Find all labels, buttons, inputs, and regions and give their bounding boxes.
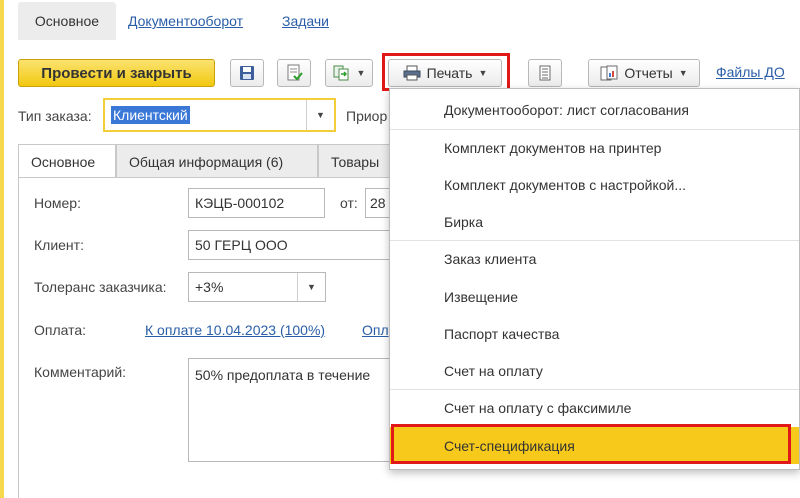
menu-item-tag[interactable]: Бирка <box>390 203 799 240</box>
tab-general-label: Основное <box>31 153 96 170</box>
menu-item-label: Комплект документов на принтер <box>444 139 662 156</box>
tab-document-flow[interactable]: Документооборот <box>128 2 243 40</box>
tolerance-select[interactable]: +3% ▼ <box>188 272 326 302</box>
number-field[interactable]: КЭЦБ-000102 <box>188 188 325 218</box>
chevron-down-icon[interactable]: ▼ <box>297 273 325 301</box>
top-navigation: Основное Документооборот Задачи <box>4 0 800 40</box>
create-based-on-icon <box>333 65 349 81</box>
save-icon <box>240 66 254 80</box>
client-field[interactable]: 50 ГЕРЦ ООО <box>188 230 398 260</box>
menu-item-quality-passport[interactable]: Паспорт качества <box>390 315 799 352</box>
date-from-label: от: <box>340 195 358 211</box>
reports-label: Отчеты <box>624 65 673 81</box>
left-accent-bar <box>0 0 4 498</box>
order-type-label: Тип заказа: <box>18 108 92 124</box>
menu-item-docs-to-printer[interactable]: Комплект документов на принтер <box>390 129 799 166</box>
document-list-button[interactable] <box>528 59 562 87</box>
create-based-on-button[interactable]: ▼ <box>325 59 373 87</box>
menu-item-label: Комплект документов с настройкой... <box>444 176 687 193</box>
payment-paid-link[interactable]: Опл <box>362 322 389 338</box>
tab-main[interactable]: Основное <box>18 2 116 40</box>
print-dropdown-menu: Документооборот: лист согласования Компл… <box>389 88 800 470</box>
priority-label: Приор <box>346 108 388 124</box>
client-value: 50 ГЕРЦ ООО <box>195 237 288 253</box>
tab-tasks[interactable]: Задачи <box>282 2 329 40</box>
post-and-close-label: Провести и закрыть <box>41 64 192 82</box>
menu-item-docs-with-settings[interactable]: Комплект документов с настройкой... <box>390 166 799 203</box>
menu-item-highlight <box>391 424 791 464</box>
client-label: Клиент: <box>34 237 84 253</box>
payment-due-link[interactable]: К оплате 10.04.2023 (100%) <box>145 322 325 338</box>
tab-goods-label: Товары <box>331 153 380 170</box>
save-button[interactable] <box>230 59 264 87</box>
post-document-icon <box>287 64 303 81</box>
menu-item-label: Паспорт качества <box>444 325 560 342</box>
print-button-highlight <box>382 53 510 91</box>
number-value: КЭЦБ-000102 <box>195 195 285 211</box>
menu-item-label: Счет на оплату <box>444 362 543 379</box>
list-icon <box>539 65 551 81</box>
post-document-button[interactable] <box>277 59 311 87</box>
menu-item-label: Бирка <box>444 213 484 230</box>
tab-common-info[interactable]: Общая информация (6) <box>116 144 318 178</box>
tab-common-info-label: Общая информация (6) <box>129 153 284 170</box>
tolerance-label: Толеранс заказчика: <box>34 279 167 295</box>
menu-item-label: Извещение <box>444 288 519 305</box>
order-type-value: Клиентский <box>111 106 190 124</box>
files-do-link[interactable]: Файлы ДО <box>716 64 785 80</box>
date-value: 28 <box>370 195 386 211</box>
order-type-select[interactable]: Клиентский ▼ <box>103 98 336 132</box>
reports-button[interactable]: Отчеты ▼ <box>588 59 700 87</box>
menu-item-label: Счет на оплату с факсимиле <box>444 399 632 416</box>
menu-item-invoice[interactable]: Счет на оплату <box>390 352 799 389</box>
menu-item-invoice-facsimile[interactable]: Счет на оплату с факсимиле <box>390 389 799 426</box>
chevron-down-icon: ▼ <box>678 68 688 78</box>
menu-item-label: Заказ клиента <box>444 250 537 267</box>
comment-textarea[interactable]: 50% предоплата в течение <box>188 358 398 462</box>
comment-label: Комментарий: <box>34 364 127 380</box>
menu-item-label: Документооборот: лист согласования <box>444 101 689 118</box>
chevron-down-icon[interactable]: ▼ <box>306 100 334 130</box>
post-and-close-button[interactable]: Провести и закрыть <box>18 59 215 87</box>
reports-icon <box>600 65 618 81</box>
tab-goods[interactable]: Товары <box>318 144 398 178</box>
menu-item-client-order[interactable]: Заказ клиента <box>390 240 799 277</box>
menu-item-notice[interactable]: Извещение <box>390 278 799 315</box>
chevron-down-icon: ▼ <box>356 68 366 78</box>
payment-label: Оплата: <box>34 322 87 338</box>
comment-value: 50% предоплата в течение <box>195 367 371 383</box>
tolerance-value: +3% <box>195 279 224 295</box>
menu-item-approval-sheet[interactable]: Документооборот: лист согласования <box>390 91 799 128</box>
number-label: Номер: <box>34 195 81 211</box>
tab-general[interactable]: Основное <box>18 144 116 178</box>
